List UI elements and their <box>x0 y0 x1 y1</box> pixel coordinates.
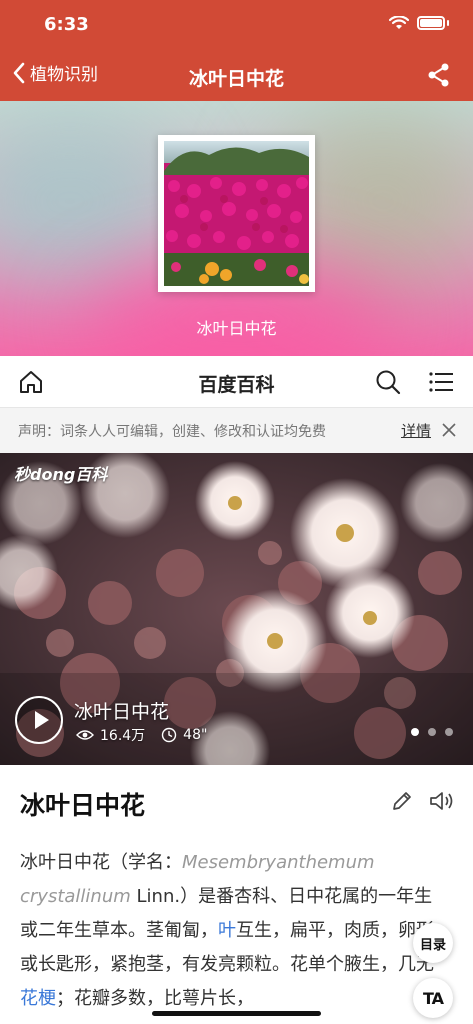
link-leaf[interactable]: 叶 <box>218 920 236 941</box>
video-duration: 48" <box>183 727 208 743</box>
wifi-icon <box>389 16 409 29</box>
top-bar: 6:33 植物识别 冰叶日中花 <box>0 0 473 101</box>
eye-icon <box>76 730 94 740</box>
pencil-icon <box>393 792 411 810</box>
close-icon <box>442 423 456 437</box>
page-title: 冰叶日中花 <box>188 68 284 90</box>
hero-banner: 冰叶日中花 <box>0 101 473 356</box>
carousel-dot[interactable] <box>428 728 436 736</box>
carousel-dot[interactable] <box>445 728 453 736</box>
play-button[interactable] <box>15 696 63 744</box>
font-size-button[interactable]: TA <box>413 978 453 1018</box>
link-pedicel[interactable]: 花梗 <box>20 988 56 1009</box>
video-frame <box>0 453 473 765</box>
close-button[interactable] <box>441 422 457 442</box>
menu-button[interactable] <box>429 371 453 397</box>
baike-toolbar: 百度百科 <box>0 356 473 408</box>
video-player[interactable]: 秒dong百科 冰叶日中花 16.4万 48" <box>0 453 473 765</box>
carousel-dot[interactable] <box>411 728 419 736</box>
status-icons <box>389 16 449 30</box>
read-aloud-button[interactable] <box>429 790 455 816</box>
home-indicator <box>152 1011 321 1016</box>
disclaimer-bar: 声明：词条人人可编辑，创建、修改和认证均免费 详情 <box>0 408 473 453</box>
plant-photo[interactable] <box>158 135 315 292</box>
baike-title: 百度百科 <box>198 374 275 396</box>
speaker-icon <box>430 792 453 810</box>
battery-icon <box>417 16 445 30</box>
list-menu-icon <box>429 372 453 392</box>
search-icon <box>376 370 401 395</box>
video-title: 冰叶日中花 <box>74 701 170 723</box>
hero-caption: 冰叶日中花 <box>196 319 277 338</box>
article-summary: 冰叶日中花（学名：Mesembryanthemum crystallinum L… <box>20 852 434 1009</box>
share-button[interactable] <box>427 62 451 92</box>
search-button[interactable] <box>375 369 401 399</box>
view-count: 16.4万 <box>100 728 146 744</box>
video-meta: 16.4万 48" <box>76 725 207 745</box>
clock-icon <box>161 727 177 743</box>
carousel-dots <box>411 728 453 736</box>
status-time: 6:33 <box>44 14 89 35</box>
disclaimer-text: 声明：词条人人可编辑，创建、修改和认证均免费 <box>18 424 326 440</box>
details-link[interactable]: 详情 <box>401 420 431 441</box>
toc-button[interactable]: 目录 <box>413 923 453 963</box>
video-logo: 秒dong百科 <box>14 465 108 484</box>
share-icon <box>428 63 449 87</box>
edit-button[interactable] <box>391 790 413 816</box>
article-title: 冰叶日中花 <box>20 791 146 820</box>
